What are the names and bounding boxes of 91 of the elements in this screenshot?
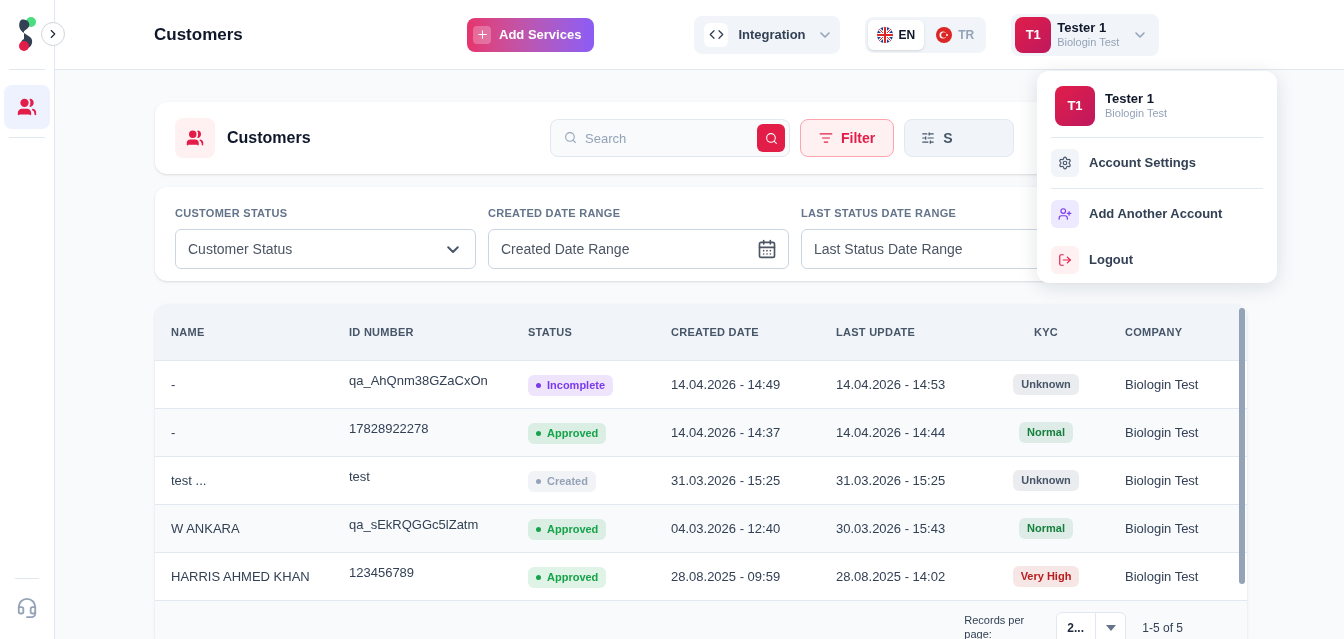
kyc-badge: Unknown bbox=[1013, 470, 1079, 491]
table-cell-text: 14.04.2026 - 14:49 bbox=[671, 375, 782, 394]
table-cell-text: 14.04.2026 - 14:53 bbox=[836, 375, 947, 394]
filter-icon bbox=[819, 131, 833, 145]
table-cell-text: Biologin Test bbox=[1124, 471, 1200, 490]
table-cell-text: 17828922278 bbox=[349, 419, 430, 438]
caret-down-icon bbox=[1105, 624, 1116, 631]
table-cell-text: Biologin Test bbox=[1124, 423, 1200, 442]
search-icon bbox=[564, 131, 577, 144]
table-cell-text: test ... bbox=[171, 471, 208, 490]
table-cell-text: 31.03.2026 - 15:25 bbox=[836, 471, 947, 490]
column-header: LAST UPDATE bbox=[836, 324, 917, 340]
user-name: Tester 1 bbox=[1105, 91, 1155, 108]
date-range-field[interactable]: Created Date Range bbox=[488, 228, 789, 269]
users-icon bbox=[17, 97, 37, 117]
table-cell-text: Biologin Test bbox=[1124, 567, 1200, 586]
code-icon bbox=[704, 22, 729, 47]
table-row[interactable]: - 17828922278 Approved 14.04.2026 - 14:37 14.04.2026 - 14:44 Normal Biologin Test bbox=[155, 409, 1247, 457]
card-title: Customers bbox=[227, 128, 312, 148]
search-button[interactable] bbox=[757, 124, 785, 152]
column-header: KYC bbox=[1033, 324, 1059, 340]
page-range: 1-5 of 5 bbox=[1142, 619, 1183, 637]
search-field[interactable]: Search bbox=[550, 119, 790, 157]
status-badge: Approved bbox=[528, 566, 607, 588]
column-header: CREATED DATE bbox=[671, 324, 760, 340]
uk-flag-icon bbox=[876, 26, 893, 43]
menu-item[interactable]: Account Settings bbox=[1051, 140, 1263, 186]
add-services-button[interactable]: Add Services bbox=[467, 17, 595, 52]
user-avatar: T1 bbox=[1015, 16, 1052, 53]
column-header: ID NUMBER bbox=[349, 324, 415, 340]
column-header: NAME bbox=[171, 324, 206, 340]
chevron-down-icon bbox=[819, 31, 830, 38]
table-cell-text: 123456789 bbox=[349, 563, 416, 582]
filter-button[interactable]: Filter bbox=[800, 119, 895, 157]
user-name: Tester 1 bbox=[1057, 19, 1108, 36]
table-cell-text: 28.08.2025 - 14:02 bbox=[836, 567, 947, 586]
table-row[interactable]: - qa_AhQnm38GZaCxOn Incomplete 14.04.2026 - 14:49 14.04.2026 - 14:53 Unknown Biologin Test bbox=[155, 361, 1247, 409]
filter-label: LAST STATUS DATE RANGE bbox=[801, 206, 957, 221]
status-badge: Approved bbox=[528, 518, 607, 540]
column-header: STATUS bbox=[528, 324, 574, 340]
table-cell-text: 28.08.2025 - 09:59 bbox=[671, 567, 782, 586]
table-cell-text: - bbox=[171, 423, 177, 442]
table-cell-text: Biologin Test bbox=[1124, 375, 1200, 394]
column-header: COMPANY bbox=[1124, 324, 1184, 340]
user-company: Biologin Test bbox=[1057, 35, 1120, 50]
customers-nav-item[interactable] bbox=[4, 85, 50, 129]
status-badge: Incomplete bbox=[528, 374, 614, 396]
table-cell-text: 04.03.2026 - 12:40 bbox=[671, 519, 782, 538]
users-icon bbox=[175, 118, 215, 158]
page-title: Customers bbox=[154, 23, 244, 46]
search-icon bbox=[764, 131, 778, 145]
status-badge: Created bbox=[528, 470, 596, 492]
user-menu-button[interactable]: T1 Tester 1 Biologin Test bbox=[1011, 13, 1160, 56]
table-cell-text: test bbox=[349, 467, 371, 486]
table-cell-text: qa_AhQnm38GZaCxOn bbox=[349, 371, 489, 390]
table-cell-text: HARRIS AHMED KHAN bbox=[171, 567, 311, 586]
user-avatar: T1 bbox=[1055, 86, 1095, 126]
records-per-page-label: Records per page: bbox=[964, 613, 1026, 639]
sliders-icon bbox=[921, 131, 936, 145]
support-icon[interactable] bbox=[16, 597, 38, 619]
plus-icon bbox=[473, 25, 491, 44]
table-cell-text: 30.03.2026 - 15:43 bbox=[836, 519, 947, 538]
table-row[interactable]: test ... test Created 31.03.2026 - 15:25 31.03.2026 - 15:25 Unknown Biologin Test bbox=[155, 457, 1247, 505]
kyc-badge: Normal bbox=[1019, 518, 1073, 539]
expand-sidebar-button[interactable] bbox=[41, 22, 65, 46]
settings-button[interactable]: S bbox=[904, 119, 1014, 157]
table-cell-text: qa_sEkRQGGc5lZatm bbox=[349, 515, 480, 534]
table-row[interactable]: W ANKARA qa_sEkRQGGc5lZatm Approved 04.03.2026 - 12:40 30.03.2026 - 15:43 Normal Biologin Test bbox=[155, 505, 1247, 553]
kyc-badge: Unknown bbox=[1013, 374, 1079, 395]
kyc-badge: Normal bbox=[1019, 422, 1073, 443]
chevron-down-icon bbox=[1135, 31, 1146, 38]
chevron-down-icon bbox=[447, 245, 459, 253]
table-cell-text: - bbox=[171, 375, 177, 394]
table-cell-text: W ANKARA bbox=[171, 519, 241, 538]
filter-label: CREATED DATE RANGE bbox=[488, 206, 621, 221]
table-row[interactable]: HARRIS AHMED KHAN 123456789 Approved 28.08.2025 - 09:59 28.08.2025 - 14:02 Very High Biologin Test bbox=[155, 553, 1247, 601]
user-company: Biologin Test bbox=[1105, 107, 1168, 121]
status-badge: Approved bbox=[528, 422, 607, 444]
table-cell-text: Biologin Test bbox=[1124, 519, 1200, 538]
logo-icon bbox=[18, 17, 36, 51]
kyc-badge: Very High bbox=[1012, 566, 1080, 587]
calendar-icon bbox=[757, 238, 777, 259]
status-select[interactable]: Customer Status bbox=[175, 228, 476, 269]
filter-label: CUSTOMER STATUS bbox=[175, 206, 288, 221]
integration-dropdown[interactable]: Integration bbox=[694, 15, 840, 54]
language-option[interactable]: EN bbox=[867, 19, 925, 50]
table-cell-text: 31.03.2026 - 15:25 bbox=[671, 471, 782, 490]
page-size-select[interactable]: 2... bbox=[1056, 611, 1127, 639]
table-cell-text: 14.04.2026 - 14:37 bbox=[671, 423, 782, 442]
turkey-flag-icon bbox=[936, 26, 953, 43]
table-cell-text: 14.04.2026 - 14:44 bbox=[836, 423, 947, 442]
